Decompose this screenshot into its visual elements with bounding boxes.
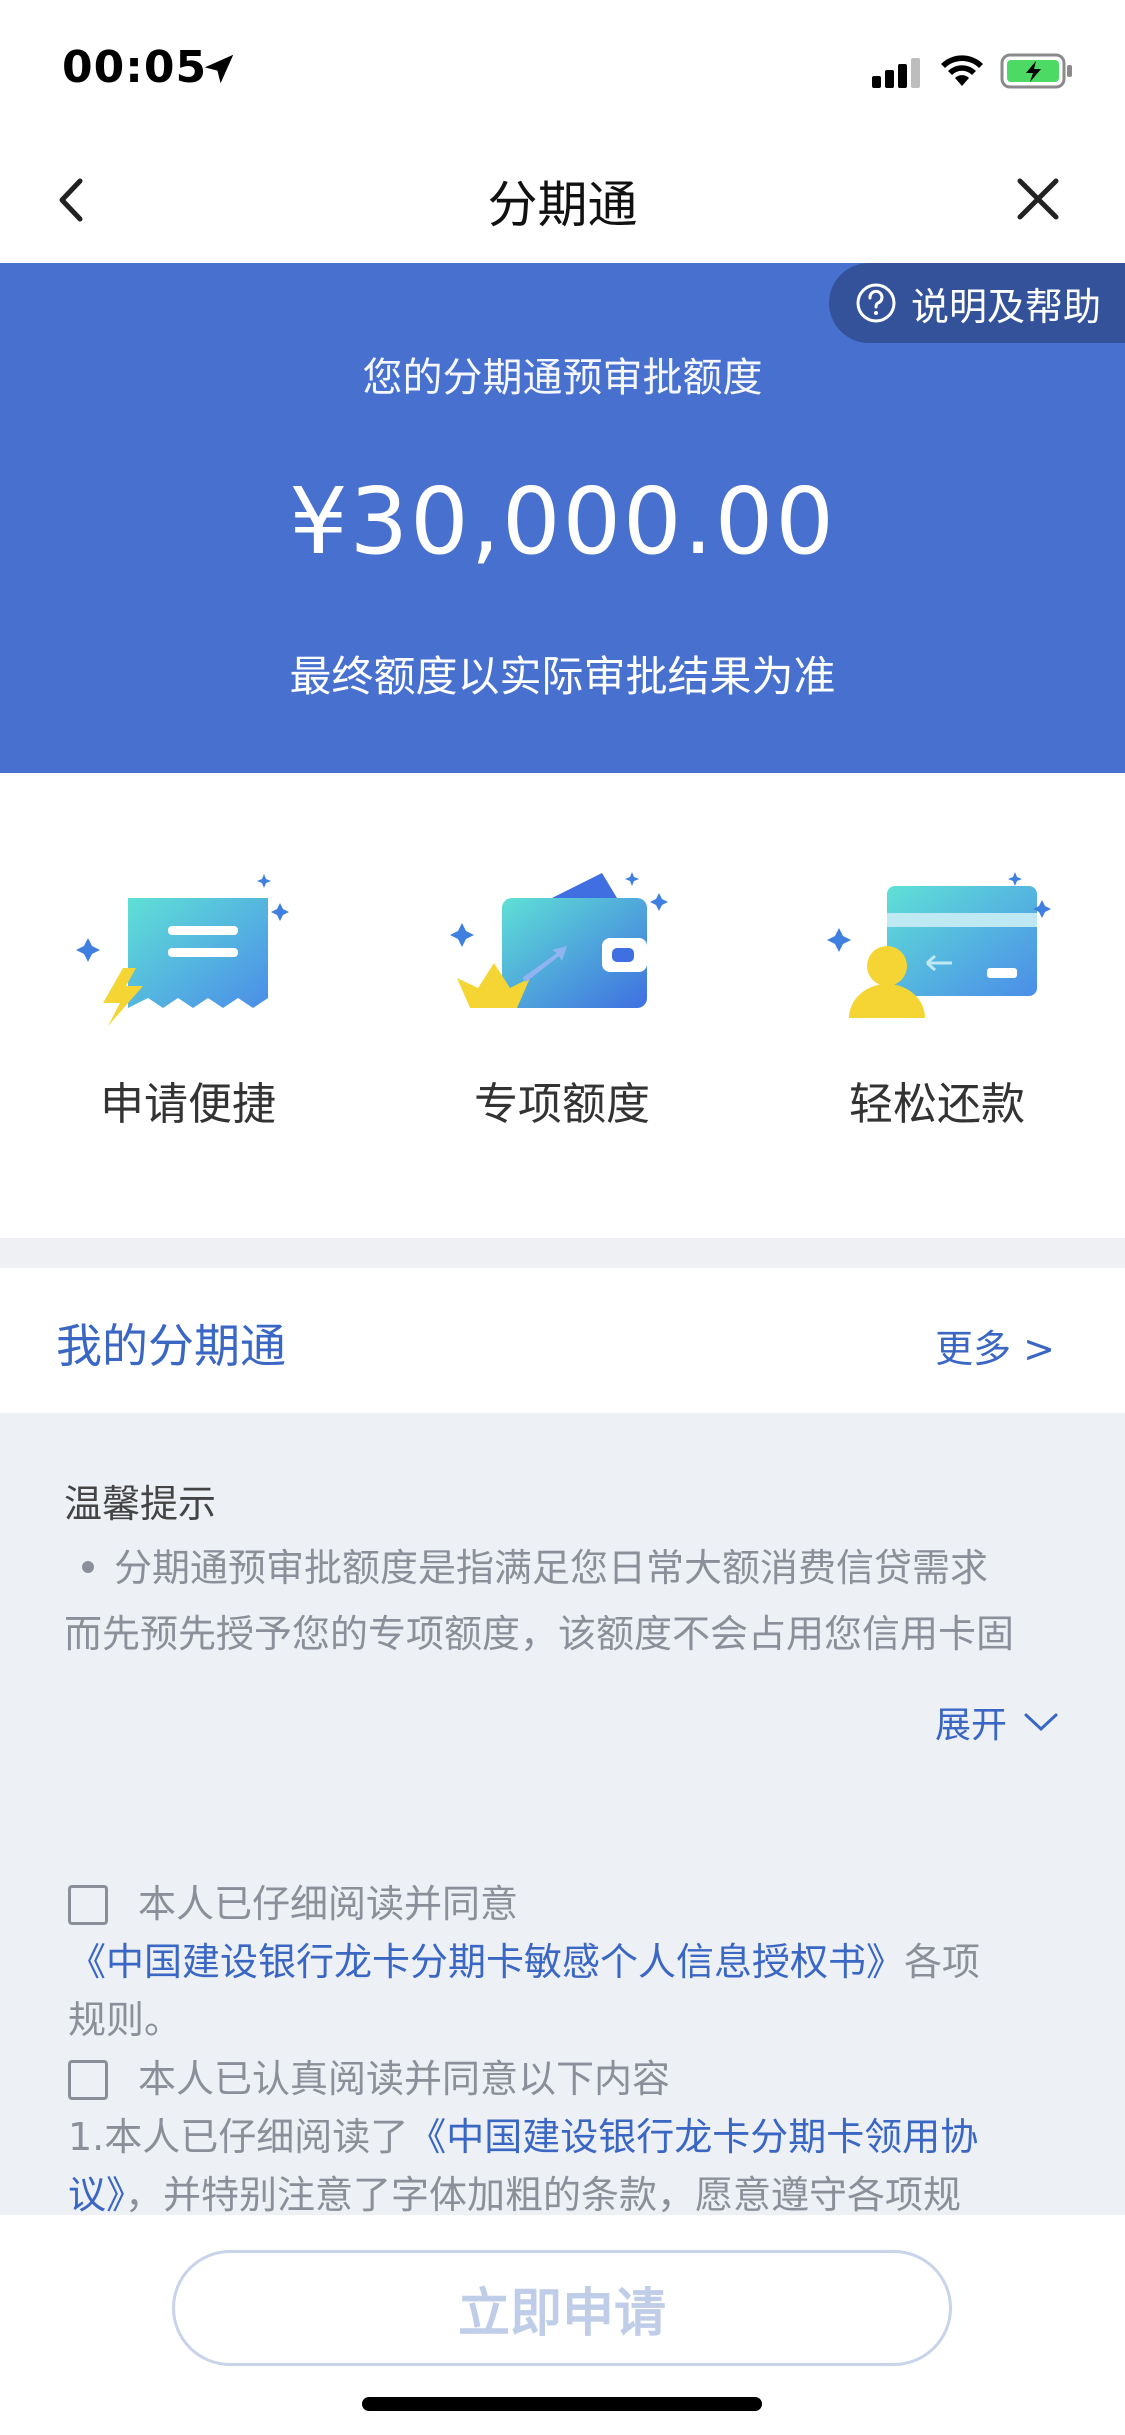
agreement-privacy: 本人已仔细阅读并同意 《中国建设银行龙卡分期卡敏感个人信息授权书》各项 规则。 (68, 1875, 1068, 2049)
section-divider (0, 1238, 1125, 1268)
tips-title: 温馨提示 (64, 1482, 217, 1526)
agreement-suffix: ，并特别注意了字体加粗的条款，愿意遵守各项规 (125, 2173, 962, 2217)
terms-checkbox[interactable] (68, 2060, 108, 2100)
tips-section: 温馨提示 分期通预审批额度是指满足您日常大额消费信贷需求 而先预先授予您的专项额… (0, 1413, 1125, 2217)
close-icon[interactable] (1012, 173, 1064, 225)
bottom-bar: 立即申请 (0, 2215, 1125, 2435)
agreement-prefix: 本人已仔细阅读并同意 (138, 1882, 519, 1926)
battery-charging-icon (1000, 53, 1072, 89)
more-link[interactable]: 更多 > (935, 1318, 1055, 1373)
limit-amount: ¥30,000.00 (289, 468, 836, 575)
page-title: 分期通 (487, 176, 638, 234)
expand-button[interactable]: 展开 (935, 1696, 1059, 1748)
tips-text: 分期通预审批额度是指满足您日常大额消费信贷需求 而先预先授予您的专项额度，该额度… (64, 1535, 1064, 1667)
chevron-down-icon (1024, 1713, 1058, 1732)
apply-now-button[interactable]: 立即申请 (172, 2250, 952, 2366)
feature-label: 专项额度 (474, 1079, 650, 1130)
agreement-terms: 本人已认真阅读并同意以下内容 1.本人已仔细阅读了《中国建设银行龙卡分期卡领用协… (68, 2050, 1068, 2224)
page: 00:05 分期通 说明及帮助 您的分期通预审批额度 ¥30,000.00 最终… (0, 0, 1125, 2435)
tips-text-line1: 分期通预审批额度是指满足您日常大额消费信贷需求 (114, 1546, 989, 1590)
limit-note: 最终额度以实际审批结果为准 (289, 652, 836, 701)
feature-list: 申请便捷 专项额度 轻松还款 (0, 773, 1125, 1238)
status-bar: 00:05 (0, 0, 1125, 135)
feature-easy-apply: 申请便捷 (28, 868, 348, 1132)
home-indicator (362, 2397, 762, 2411)
feature-easy-repay: 轻松还款 (777, 868, 1097, 1132)
cellular-signal-icon (872, 58, 920, 88)
feature-special-limit: 专项额度 (402, 868, 722, 1132)
privacy-authorization-link[interactable]: 《中国建设银行龙卡分期卡敏感个人信息授权书》 (68, 1940, 904, 1984)
help-button[interactable]: 说明及帮助 (828, 263, 1125, 343)
feature-label: 轻松还款 (849, 1079, 1025, 1130)
help-label: 说明及帮助 (910, 284, 1101, 329)
bullet-dot (82, 1560, 94, 1573)
card-person-icon (827, 872, 1051, 1018)
nav-bar: 分期通 (0, 135, 1125, 263)
status-time: 00:05 (62, 42, 208, 93)
feature-label: 申请便捷 (100, 1079, 276, 1130)
limit-label: 您的分期通预审批额度 (362, 355, 763, 401)
tips-text-line2: 而先预先授予您的专项额度，该额度不会占用您信用卡固 (64, 1612, 1015, 1656)
agreement-suffix-inline: 各项 (904, 1940, 981, 1984)
agreement-item-text: 1.本人已仔细阅读了 (68, 2115, 409, 2159)
credit-limit-banner: 说明及帮助 您的分期通预审批额度 ¥30,000.00 最终额度以实际审批结果为… (0, 263, 1125, 773)
expand-label: 展开 (934, 1705, 1007, 1746)
wallet-crown-icon (450, 872, 668, 1008)
privacy-checkbox[interactable] (68, 1885, 108, 1925)
my-installment-row[interactable]: 我的分期通 更多 > (0, 1268, 1125, 1413)
wifi-icon (941, 55, 983, 86)
agreement-prefix: 本人已认真阅读并同意以下内容 (138, 2057, 671, 2101)
question-circle-icon (856, 283, 896, 323)
location-arrow-icon (204, 54, 234, 84)
my-installment-title: 我的分期通 (56, 1319, 286, 1373)
receipt-lightning-icon (76, 874, 289, 1026)
agreement-suffix: 规则。 (68, 1998, 183, 2042)
